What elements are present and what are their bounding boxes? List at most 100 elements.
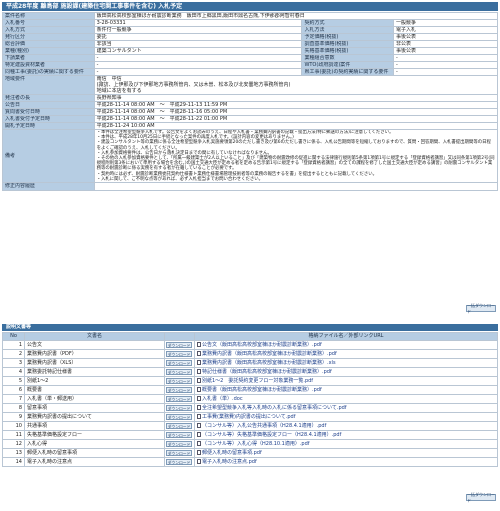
file-no: 4 (2, 367, 25, 377)
history-value (93, 182, 499, 192)
file-name: 留意事項 (24, 403, 165, 413)
col-file: 格納ファイル名／外部リンクURL (194, 332, 498, 341)
remarks-row: 備考 ・本件は全注希望型競争入札です。公告文をよくお読みのうえ、日程や入札書・業務… (2, 128, 499, 184)
info-value: 条件付一般競争 (93, 26, 303, 34)
col-no: No (2, 332, 25, 341)
file-link[interactable]: （コンサル等）失格基準価格設定フロー（H28.4.1適用）.pdf (194, 430, 498, 440)
info-row: 発行区分 委託 予定価格(税抜) 事後公表 (2, 33, 498, 41)
file-link[interactable]: 業務費内訳書（飯田高松高校部室棟ほか耐震診断業務）.pdf (194, 349, 498, 359)
info-label: 特定建設資材業者 (2, 61, 95, 69)
file-name: 業務費内訳書の提出について (24, 412, 165, 422)
info-value-2: 非公表 (393, 40, 498, 48)
file-no: 6 (2, 385, 25, 395)
file-button-cell: ダウンロード (164, 457, 195, 467)
download-button[interactable]: ダウンロード (166, 440, 192, 447)
info-row: 下請業者 - 業種組合意数 - (2, 54, 498, 62)
file-link-text: 全注希望型競争入札等入札時の入札に係る留意事項について.pdf (202, 405, 347, 411)
documents-table: No 文書名 格納ファイル名／外部リンクURL 1 公告文 ダウンロード 公告文（飯田… (2, 332, 498, 467)
download-button[interactable]: ダウンロード (166, 341, 192, 348)
download-button[interactable]: ダウンロード (166, 377, 192, 384)
info-row: 総合評価 非該当 調査基準価格(税抜) 非公表 (2, 40, 498, 48)
info-value: 南信 中信 (諏訪、上伊那及び下伊那地方事務所管内、又は木曽、松本及び北安曇地方… (93, 75, 499, 95)
info-value: 平成28-11-14 08:00 AM 〜 平成29-11-13 11:59 P… (93, 101, 499, 109)
file-link-text: 概要書（飯田高松高校部室棟ほか耐震診断業務）.pdf (202, 387, 322, 393)
remarks-label: 備考 (2, 128, 95, 184)
file-icon (197, 432, 201, 437)
download-button[interactable]: ダウンロード (166, 458, 192, 465)
file-name: 入札書（単・郵送用） (24, 394, 165, 404)
file-button-cell: ダウンロード (164, 403, 195, 413)
file-link[interactable]: 電子入札時の注意点.pdf (194, 457, 498, 467)
info-label: 案件名称 (2, 12, 95, 20)
info-label-2: 予定価格(税抜) (301, 33, 394, 41)
file-link-text: （コンサル等）入札心得（H28.10.1適用）.pdf (202, 441, 310, 447)
file-button-cell: ダウンロード (164, 430, 195, 440)
download-button[interactable]: ダウンロード (166, 431, 192, 438)
file-no: 11 (2, 430, 25, 440)
table-row: 7 入札書（単・郵送用） ダウンロード 入札書（単）.doc (2, 394, 498, 404)
file-link[interactable]: 全注希望型競争入札等入札時の入札に係る留意事項について.pdf (194, 403, 498, 413)
info-label: 入札書受付予定日時 (2, 115, 95, 123)
info-row: 業種(種別) 建築コンサルタント 失格基準価格(税抜) 事後公表 (2, 47, 498, 55)
table-row: 10 共通事項 ダウンロード （コンサル等）入札公告共通事項（H28.4.1適用）.p… (2, 421, 498, 431)
file-link[interactable]: 郵便入札時の留意事項.pdf (194, 448, 498, 458)
file-name: 電子入札時の注意点 (24, 457, 165, 467)
file-button-cell: ダウンロード (164, 340, 195, 350)
info-label-2: 契約方式 (301, 19, 394, 27)
info-row: 同種工事(委託)の実績に関する要件 - 県工事(委託)の契約実績に関する要件 - (2, 68, 498, 76)
file-link[interactable]: （コンサル等）入札心得（H28.10.1適用）.pdf (194, 439, 498, 449)
file-button-cell: ダウンロード (164, 358, 195, 368)
info-label: 公告日 (2, 101, 95, 109)
info-value: - (93, 61, 303, 69)
file-icon (197, 405, 201, 410)
table-row: 12 入札心得 ダウンロード （コンサル等）入札心得（H28.10.1適用）.pdf (2, 439, 498, 449)
info-value-2: 事後公表 (393, 33, 498, 41)
info-value: 平成28-11-14 08:00 AM 〜 平成28-11-22 01:00 P… (93, 115, 499, 123)
file-name: 共通事項 (24, 421, 165, 431)
file-link[interactable]: 特記仕様書（飯田高松高校部室棟ほか耐震診断業務）.pdf (194, 367, 498, 377)
file-link[interactable]: 概要書（飯田高松高校部室棟ほか耐震診断業務）.pdf (194, 385, 498, 395)
download-button[interactable]: ダウンロード (166, 449, 192, 456)
info-label-2: WTO(政府調達)案件 (301, 61, 394, 69)
tender-info-table: 案件名称 飯田高松高校部室棟ほか耐震診断業務 飯田市上郷黒田,飯田市鼎名古熊,下伊… (2, 12, 499, 192)
file-link[interactable]: 公告文（飯田高松高校部室棟ほか耐震診断業務）.pdf (194, 340, 498, 350)
table-row: 8 留意事項 ダウンロード 全注希望型競争入札等入札時の入札に係る留意事項について.p… (2, 403, 498, 413)
file-icon (197, 414, 201, 419)
download-button[interactable]: ダウンロード (166, 404, 192, 411)
table-row: 5 別紙1〜2 ダウンロード 別紙1〜2 委託契約変更フロー対象業務一覧.pdf (2, 376, 498, 386)
file-icon (197, 378, 201, 383)
file-name: 業務費内訳書（PDF） (24, 349, 165, 359)
file-link[interactable]: 入札書（単）.doc (194, 394, 498, 404)
info-label-2: 入札方法 (301, 26, 394, 34)
file-link-text: （コンサル等）入札公告共通事項（H28.4.1適用）.pdf (202, 423, 327, 429)
file-no: 13 (2, 448, 25, 458)
download-all-button[interactable]: 一括ダウンロード (466, 303, 496, 314)
file-name: 概要書 (24, 385, 165, 395)
info-label: 同種工事(委託)の実績に関する要件 (2, 68, 95, 76)
download-button[interactable]: ダウンロード (166, 368, 192, 375)
table-row: 9 業務費内訳書の提出について ダウンロード 工事費(業務費)内訳書の提出について.p… (2, 412, 498, 422)
download-button[interactable]: ダウンロード (166, 395, 192, 402)
file-no: 12 (2, 439, 25, 449)
download-button[interactable]: ダウンロード (166, 359, 192, 366)
file-name: 業務費内訳書（XLS） (24, 358, 165, 368)
file-name: 別紙1〜2 (24, 376, 165, 386)
file-link[interactable]: 業務費内訳書（飯田高松高校部室棟ほか耐震診断業務）.xls (194, 358, 498, 368)
download-button[interactable]: ダウンロード (166, 386, 192, 393)
table-row: 6 概要書 ダウンロード 概要書（飯田高松高校部室棟ほか耐震診断業務）.pdf (2, 385, 498, 395)
info-value: 3-28-03331 (93, 19, 303, 27)
table-row: 1 公告文 ダウンロード 公告文（飯田高松高校部室棟ほか耐震診断業務）.pdf (2, 340, 498, 350)
info-label: 入札方式 (2, 26, 95, 34)
info-label-2: 失格基準価格(税抜) (301, 47, 394, 55)
file-link[interactable]: （コンサル等）入札公告共通事項（H28.4.1適用）.pdf (194, 421, 498, 431)
file-link[interactable]: 工事費(業務費)内訳書の提出について.pdf (194, 412, 498, 422)
table-row: 14 電子入札時の注意点 ダウンロード 電子入札時の注意点.pdf (2, 457, 498, 467)
info-value-2: 事後公表 (393, 47, 498, 55)
download-all-button-bottom[interactable]: 一括ダウンロード (466, 492, 496, 503)
download-button[interactable]: ダウンロード (166, 350, 192, 357)
info-row: 案件名称 飯田高松高校部室棟ほか耐震診断業務 飯田市上郷黒田,飯田市鼎名古熊,下伊… (2, 12, 499, 20)
download-button[interactable]: ダウンロード (166, 413, 192, 420)
file-link-text: 工事費(業務費)内訳書の提出について.pdf (202, 414, 296, 420)
download-button[interactable]: ダウンロード (166, 422, 192, 429)
file-link[interactable]: 別紙1〜2 委託契約変更フロー対象業務一覧.pdf (194, 376, 498, 386)
